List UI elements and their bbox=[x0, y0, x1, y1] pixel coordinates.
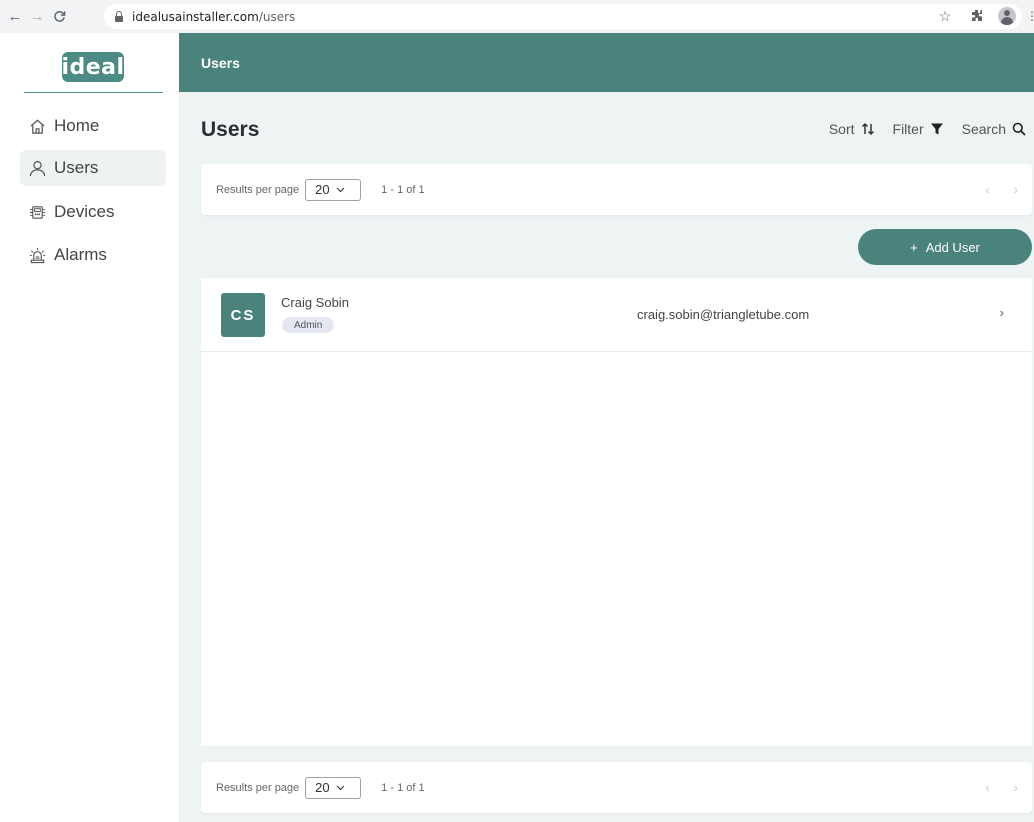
filter-label: Filter bbox=[892, 121, 924, 137]
logo-divider bbox=[24, 92, 163, 93]
results-per-page-select[interactable]: 20 bbox=[305, 776, 362, 799]
sidebar-item-label: Users bbox=[54, 158, 99, 177]
results-per-page-select[interactable]: 20 bbox=[305, 178, 362, 201]
page-range: 1 - 1 of 1 bbox=[381, 183, 425, 196]
lock-icon bbox=[114, 11, 124, 22]
url-text: idealusainstaller.com/users bbox=[132, 9, 296, 24]
search-button[interactable]: Search bbox=[962, 121, 1026, 137]
chevron-down-icon bbox=[336, 185, 345, 195]
extensions-icon[interactable] bbox=[966, 5, 988, 27]
filter-icon bbox=[930, 122, 944, 136]
alarm-icon bbox=[28, 246, 46, 264]
results-per-page-label: Results per page bbox=[216, 781, 300, 794]
prev-page-icon[interactable]: ‹ bbox=[985, 182, 989, 197]
page-range: 1 - 1 of 1 bbox=[381, 781, 425, 794]
per-page-value: 20 bbox=[315, 182, 330, 197]
plus-icon: + bbox=[910, 239, 918, 255]
sidebar-item-users[interactable]: Users bbox=[20, 150, 166, 186]
browser-toolbar: ← → idealusainstaller.com/users ☆ ⋮ bbox=[0, 0, 1034, 33]
user-list-body bbox=[201, 352, 1032, 746]
sidebar-item-label: Alarms bbox=[54, 245, 107, 264]
user-email: craig.sobin@triangletube.com bbox=[637, 307, 810, 322]
sort-button[interactable]: Sort bbox=[829, 121, 875, 137]
sidebar-item-alarms[interactable]: Alarms bbox=[20, 237, 166, 273]
main-content: Users Users Sort Filter Search Results p… bbox=[179, 33, 1034, 822]
header-bar: Users bbox=[179, 33, 1034, 92]
pagination-bar-bottom: Results per page 20 1 - 1 of 1 ‹ › bbox=[201, 762, 1032, 813]
reload-icon[interactable] bbox=[48, 6, 70, 28]
next-page-icon[interactable]: › bbox=[1014, 182, 1018, 197]
next-page-icon[interactable]: › bbox=[1014, 780, 1018, 795]
star-icon[interactable]: ☆ bbox=[934, 5, 956, 27]
profile-avatar-icon[interactable] bbox=[998, 7, 1016, 25]
forward-arrow-icon[interactable]: → bbox=[26, 6, 48, 28]
user-icon bbox=[28, 159, 46, 177]
avatar: CS bbox=[221, 293, 265, 337]
back-arrow-icon[interactable]: ← bbox=[4, 6, 26, 28]
more-menu-icon[interactable]: ⋮ bbox=[1026, 9, 1034, 23]
header-title: Users bbox=[201, 54, 240, 71]
chevron-down-icon bbox=[336, 783, 345, 793]
ideal-logo[interactable]: ideal bbox=[61, 52, 124, 82]
page-title: Users bbox=[201, 118, 260, 141]
user-list-item[interactable]: CS Craig Sobin Admin craig.sobin@triangl… bbox=[201, 278, 1032, 352]
device-icon bbox=[28, 203, 46, 221]
address-bar[interactable]: idealusainstaller.com/users bbox=[104, 4, 1022, 29]
list-toolbar: Sort Filter Search bbox=[829, 121, 1026, 137]
chevron-right-icon[interactable]: › bbox=[1000, 305, 1004, 320]
sidebar: ideal Home Users Devices Alarms bbox=[0, 33, 179, 822]
results-per-page-label: Results per page bbox=[216, 183, 300, 196]
filter-button[interactable]: Filter bbox=[893, 121, 944, 137]
sidebar-item-home[interactable]: Home bbox=[20, 108, 166, 144]
search-icon bbox=[1012, 122, 1026, 136]
sort-label: Sort bbox=[828, 121, 855, 137]
pagination-bar-top: Results per page 20 1 - 1 of 1 ‹ › bbox=[201, 164, 1032, 215]
search-label: Search bbox=[961, 121, 1006, 137]
add-user-button[interactable]: + Add User bbox=[858, 229, 1032, 265]
role-badge: Admin bbox=[282, 317, 335, 333]
prev-page-icon[interactable]: ‹ bbox=[985, 780, 989, 795]
sidebar-item-devices[interactable]: Devices bbox=[20, 194, 166, 230]
sidebar-item-label: Home bbox=[54, 116, 100, 135]
per-page-value: 20 bbox=[315, 780, 330, 795]
add-user-label: Add User bbox=[925, 239, 980, 255]
sidebar-item-label: Devices bbox=[54, 202, 115, 221]
user-name: Craig Sobin bbox=[281, 295, 349, 310]
sort-icon bbox=[861, 122, 875, 136]
home-icon bbox=[28, 117, 46, 135]
